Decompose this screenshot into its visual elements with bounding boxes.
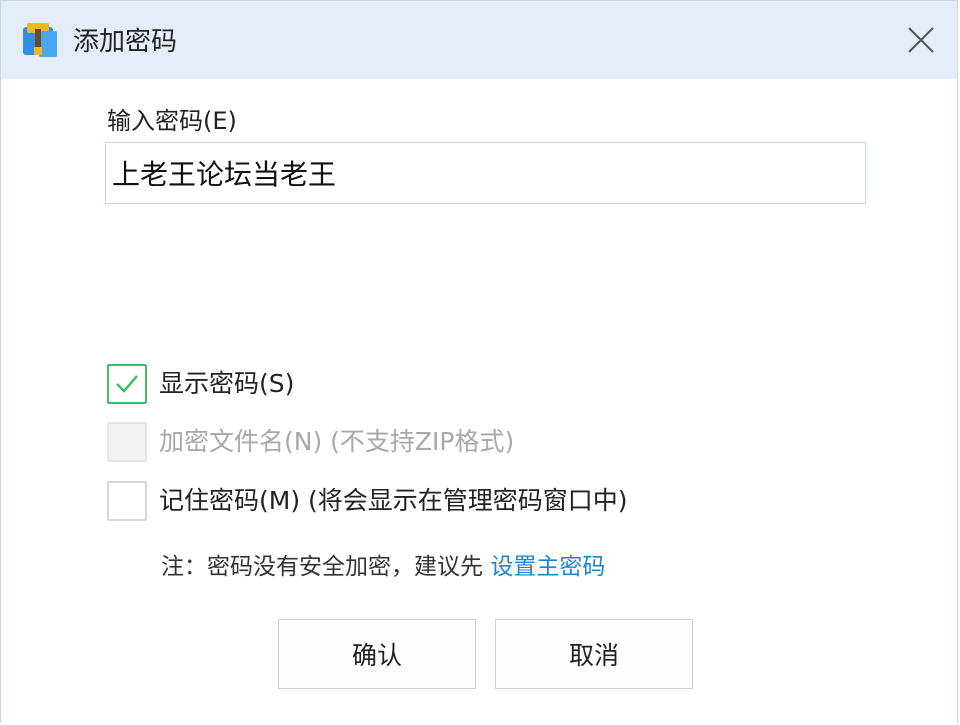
set-master-password-link[interactable]: 设置主密码	[490, 554, 605, 580]
dialog-body: 输入密码(E) 显示密码(S) 加密文件名(N) (不支持ZIP格式) 记住密码…	[1, 79, 957, 724]
encrypt-filenames-option: 加密文件名(N) (不支持ZIP格式)	[107, 421, 514, 463]
confirm-button[interactable]: 确认	[278, 619, 476, 689]
archive-app-icon	[21, 23, 61, 59]
remember-password-checkbox[interactable]	[107, 481, 147, 521]
password-input[interactable]	[105, 142, 866, 204]
encrypt-filenames-label: 加密文件名(N) (不支持ZIP格式)	[159, 427, 515, 456]
password-label: 输入密码(E)	[107, 107, 237, 135]
close-button[interactable]	[899, 18, 943, 62]
title-bar: 添加密码	[1, 1, 957, 79]
add-password-dialog: 添加密码 输入密码(E) 显示密码(S) 加密文件名(N) (不支持ZIP格式)	[0, 0, 958, 724]
security-note: 注：密码没有安全加密，建议先 设置主密码	[161, 551, 605, 583]
remember-password-label: 记住密码(M) (将会显示在管理密码窗口中)	[159, 486, 628, 515]
encrypt-filenames-checkbox	[107, 422, 147, 462]
note-text: 注：密码没有安全加密，建议先	[161, 554, 491, 580]
show-password-checkbox[interactable]	[107, 364, 147, 404]
show-password-option[interactable]: 显示密码(S)	[107, 363, 294, 405]
dialog-title: 添加密码	[73, 27, 178, 57]
remember-password-option[interactable]: 记住密码(M) (将会显示在管理密码窗口中)	[107, 480, 628, 522]
cancel-button[interactable]: 取消	[495, 619, 693, 689]
checkmark-icon	[116, 375, 138, 393]
show-password-label: 显示密码(S)	[159, 369, 295, 398]
close-icon	[908, 27, 934, 53]
